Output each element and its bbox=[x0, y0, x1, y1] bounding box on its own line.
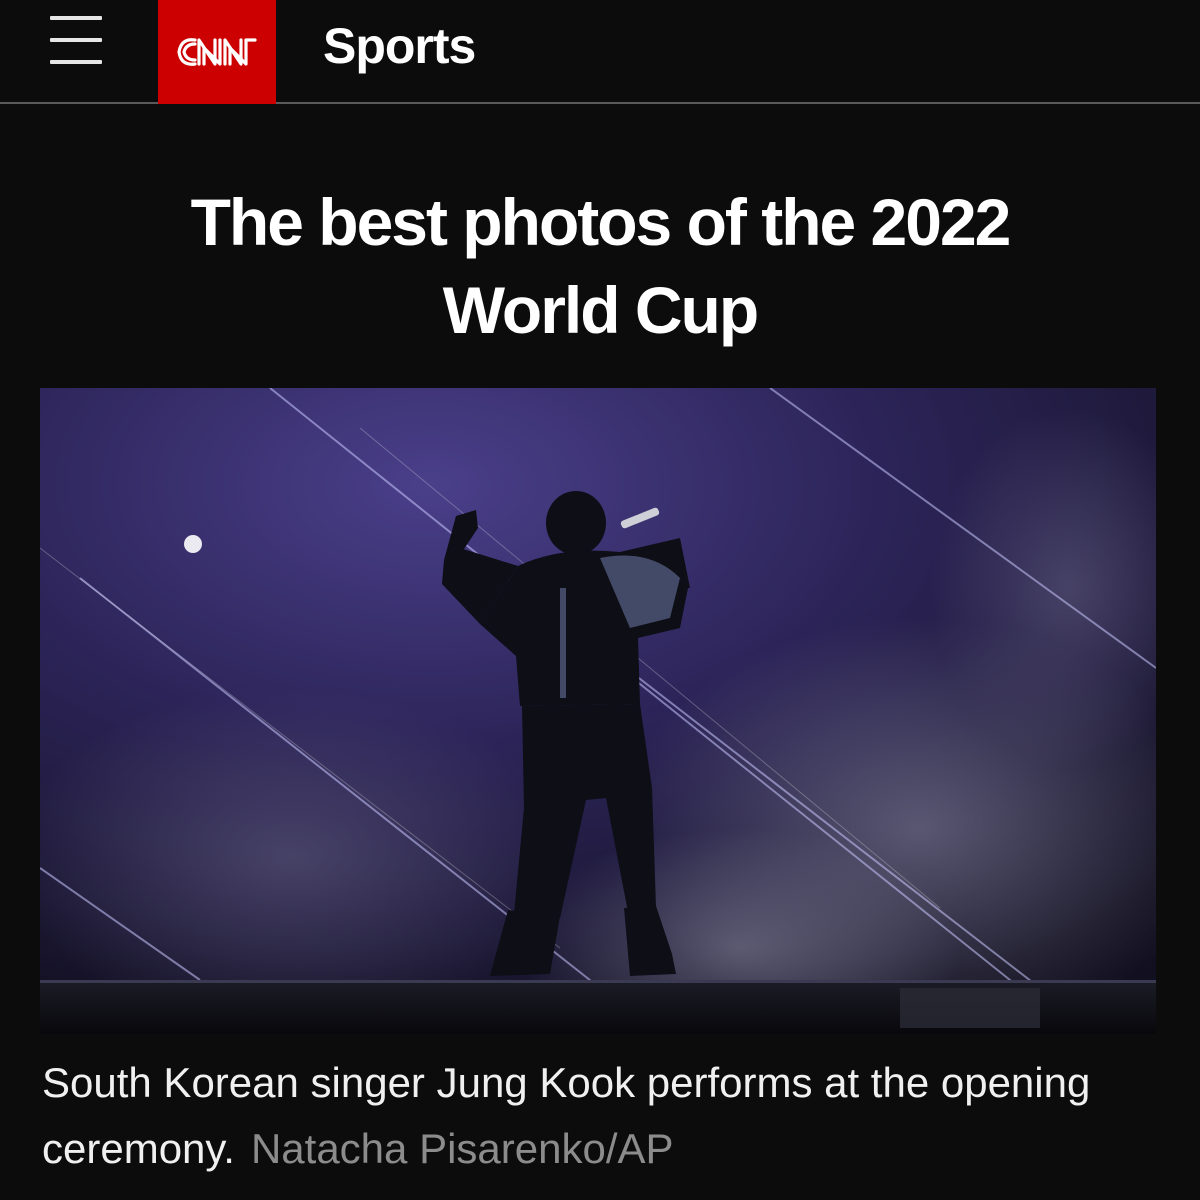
photo-caption: South Korean singer Jung Kook performs a… bbox=[42, 1050, 1162, 1182]
section-title-sports[interactable]: Sports bbox=[323, 14, 476, 78]
hamburger-menu-icon[interactable] bbox=[50, 16, 104, 68]
article-photo[interactable] bbox=[40, 388, 1156, 1034]
headline-line-1: The best photos of the 2022 bbox=[190, 185, 1012, 259]
headline-line-2: World Cup bbox=[442, 273, 759, 347]
photo-credit: Natacha Pisarenko/AP bbox=[250, 1125, 674, 1172]
site-header: Sports bbox=[0, 0, 1200, 104]
page-title: The best photos of the 2022 World Cup bbox=[100, 178, 1100, 354]
stage-performance-photo bbox=[40, 388, 1156, 1034]
cnn-logo[interactable] bbox=[158, 0, 276, 104]
cnn-logo-mark bbox=[177, 38, 257, 66]
